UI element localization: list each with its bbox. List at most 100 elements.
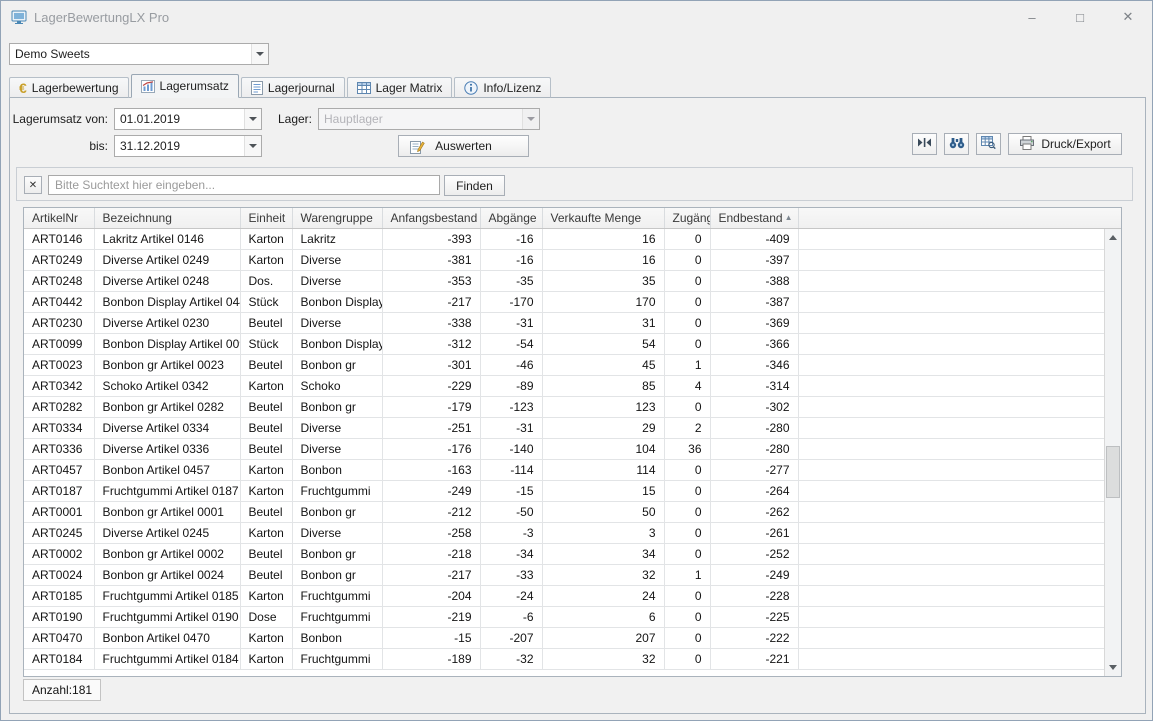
cell-endbestand[interactable]: -302: [710, 396, 798, 417]
cell-artikelnr[interactable]: ART0334: [24, 417, 94, 438]
cell-einheit[interactable]: Karton: [240, 522, 292, 543]
table-row[interactable]: ART0245Diverse Artikel 0245KartonDiverse…: [24, 522, 1121, 543]
cell-einheit[interactable]: Karton: [240, 480, 292, 501]
vertical-scrollbar[interactable]: [1104, 229, 1121, 676]
cell-bezeichnung[interactable]: Lakritz Artikel 0146: [94, 228, 240, 249]
cell-endbestand[interactable]: -228: [710, 585, 798, 606]
tab-lager-matrix[interactable]: Lager Matrix: [347, 77, 453, 98]
cell-abgaenge[interactable]: -31: [480, 417, 542, 438]
column-header-bezeichnung[interactable]: Bezeichnung: [94, 208, 240, 228]
cell-einheit[interactable]: Beutel: [240, 438, 292, 459]
auswerten-button[interactable]: Auswerten: [398, 135, 529, 157]
cell-abgaenge[interactable]: -33: [480, 564, 542, 585]
table-row[interactable]: ART0470Bonbon Artikel 0470KartonBonbon-1…: [24, 627, 1121, 648]
cell-einheit[interactable]: Karton: [240, 459, 292, 480]
cell-endbestand[interactable]: -314: [710, 375, 798, 396]
cell-abgaenge[interactable]: -207: [480, 627, 542, 648]
table-row[interactable]: ART0334Diverse Artikel 0334BeutelDiverse…: [24, 417, 1121, 438]
cell-endbestand[interactable]: -366: [710, 333, 798, 354]
cell-endbestand[interactable]: -222: [710, 627, 798, 648]
maximize-button[interactable]: □: [1056, 1, 1104, 33]
table-row[interactable]: ART0099Bonbon Display Artikel 0099StückB…: [24, 333, 1121, 354]
cell-endbestand[interactable]: -277: [710, 459, 798, 480]
cell-bezeichnung[interactable]: Schoko Artikel 0342: [94, 375, 240, 396]
column-header-verkaufte-menge[interactable]: Verkaufte Menge: [542, 208, 664, 228]
cell-warengruppe[interactable]: Diverse: [292, 249, 382, 270]
date-to-dropdown-button[interactable]: [244, 136, 261, 156]
date-from-editor[interactable]: [114, 108, 262, 130]
cell-warengruppe[interactable]: Fruchtgummi: [292, 606, 382, 627]
cell-warengruppe[interactable]: Diverse: [292, 417, 382, 438]
cell-endbestand[interactable]: -225: [710, 606, 798, 627]
cell-einheit[interactable]: Dose: [240, 606, 292, 627]
cell-endbestand[interactable]: -409: [710, 228, 798, 249]
cell-einheit[interactable]: Karton: [240, 228, 292, 249]
cell-anfangsbestand[interactable]: -338: [382, 312, 480, 333]
minimize-button[interactable]: –: [1008, 1, 1056, 33]
cell-bezeichnung[interactable]: Bonbon Artikel 0470: [94, 627, 240, 648]
print-export-button[interactable]: Druck/Export: [1008, 133, 1122, 155]
cell-zugaenge[interactable]: 0: [664, 522, 710, 543]
cell-artikelnr[interactable]: ART0185: [24, 585, 94, 606]
cell-endbestand[interactable]: -264: [710, 480, 798, 501]
cell-verkaufte-menge[interactable]: 85: [542, 375, 664, 396]
search-toggle-button[interactable]: [944, 133, 969, 155]
table-row[interactable]: ART0442Bonbon Display Artikel 0442StückB…: [24, 291, 1121, 312]
cell-artikelnr[interactable]: ART0023: [24, 354, 94, 375]
cell-zugaenge[interactable]: 1: [664, 354, 710, 375]
cell-einheit[interactable]: Stück: [240, 291, 292, 312]
cell-zugaenge[interactable]: 2: [664, 417, 710, 438]
cell-verkaufte-menge[interactable]: 45: [542, 354, 664, 375]
cell-einheit[interactable]: Dos.: [240, 270, 292, 291]
close-button[interactable]: ✕: [1104, 1, 1152, 33]
table-row[interactable]: ART0024Bonbon gr Artikel 0024BeutelBonbo…: [24, 564, 1121, 585]
cell-anfangsbestand[interactable]: -212: [382, 501, 480, 522]
cell-zugaenge[interactable]: 0: [664, 501, 710, 522]
cell-warengruppe[interactable]: Bonbon: [292, 627, 382, 648]
cell-artikelnr[interactable]: ART0470: [24, 627, 94, 648]
cell-artikelnr[interactable]: ART0024: [24, 564, 94, 585]
cell-verkaufte-menge[interactable]: 32: [542, 648, 664, 669]
cell-endbestand[interactable]: -280: [710, 438, 798, 459]
date-to-input[interactable]: [115, 136, 244, 156]
column-header-anfangsbestand[interactable]: Anfangsbestand: [382, 208, 480, 228]
cell-endbestand[interactable]: -262: [710, 501, 798, 522]
cell-endbestand[interactable]: -387: [710, 291, 798, 312]
cell-bezeichnung[interactable]: Diverse Artikel 0334: [94, 417, 240, 438]
date-from-input[interactable]: [115, 109, 244, 129]
grid-filter-editor-button[interactable]: [976, 133, 1001, 155]
date-to-editor[interactable]: [114, 135, 262, 157]
scroll-down-button[interactable]: [1105, 659, 1121, 676]
table-row[interactable]: ART0002Bonbon gr Artikel 0002BeutelBonbo…: [24, 543, 1121, 564]
table-row[interactable]: ART0187Fruchtgummi Artikel 0187KartonFru…: [24, 480, 1121, 501]
table-row[interactable]: ART0146Lakritz Artikel 0146KartonLakritz…: [24, 228, 1121, 249]
cell-verkaufte-menge[interactable]: 16: [542, 228, 664, 249]
cell-warengruppe[interactable]: Diverse: [292, 522, 382, 543]
cell-abgaenge[interactable]: -16: [480, 249, 542, 270]
cell-verkaufte-menge[interactable]: 114: [542, 459, 664, 480]
cell-einheit[interactable]: Stück: [240, 333, 292, 354]
cell-endbestand[interactable]: -249: [710, 564, 798, 585]
cell-abgaenge[interactable]: -32: [480, 648, 542, 669]
cell-einheit[interactable]: Karton: [240, 585, 292, 606]
cell-bezeichnung[interactable]: Bonbon gr Artikel 0023: [94, 354, 240, 375]
cell-verkaufte-menge[interactable]: 16: [542, 249, 664, 270]
cell-verkaufte-menge[interactable]: 34: [542, 543, 664, 564]
column-header-abgaenge[interactable]: Abgänge: [480, 208, 542, 228]
table-row[interactable]: ART0001Bonbon gr Artikel 0001BeutelBonbo…: [24, 501, 1121, 522]
cell-bezeichnung[interactable]: Diverse Artikel 0245: [94, 522, 240, 543]
cell-einheit[interactable]: Beutel: [240, 312, 292, 333]
scrollbar-thumb[interactable]: [1106, 446, 1120, 498]
cell-anfangsbestand[interactable]: -163: [382, 459, 480, 480]
cell-bezeichnung[interactable]: Fruchtgummi Artikel 0187: [94, 480, 240, 501]
cell-anfangsbestand[interactable]: -218: [382, 543, 480, 564]
table-row[interactable]: ART0184Fruchtgummi Artikel 0184KartonFru…: [24, 648, 1121, 669]
cell-artikelnr[interactable]: ART0442: [24, 291, 94, 312]
table-row[interactable]: ART0230Diverse Artikel 0230BeutelDiverse…: [24, 312, 1121, 333]
cell-zugaenge[interactable]: 0: [664, 585, 710, 606]
cell-bezeichnung[interactable]: Bonbon Artikel 0457: [94, 459, 240, 480]
table-row[interactable]: ART0190Fruchtgummi Artikel 0190DoseFruch…: [24, 606, 1121, 627]
cell-anfangsbestand[interactable]: -219: [382, 606, 480, 627]
column-header-einheit[interactable]: Einheit: [240, 208, 292, 228]
cell-abgaenge[interactable]: -123: [480, 396, 542, 417]
